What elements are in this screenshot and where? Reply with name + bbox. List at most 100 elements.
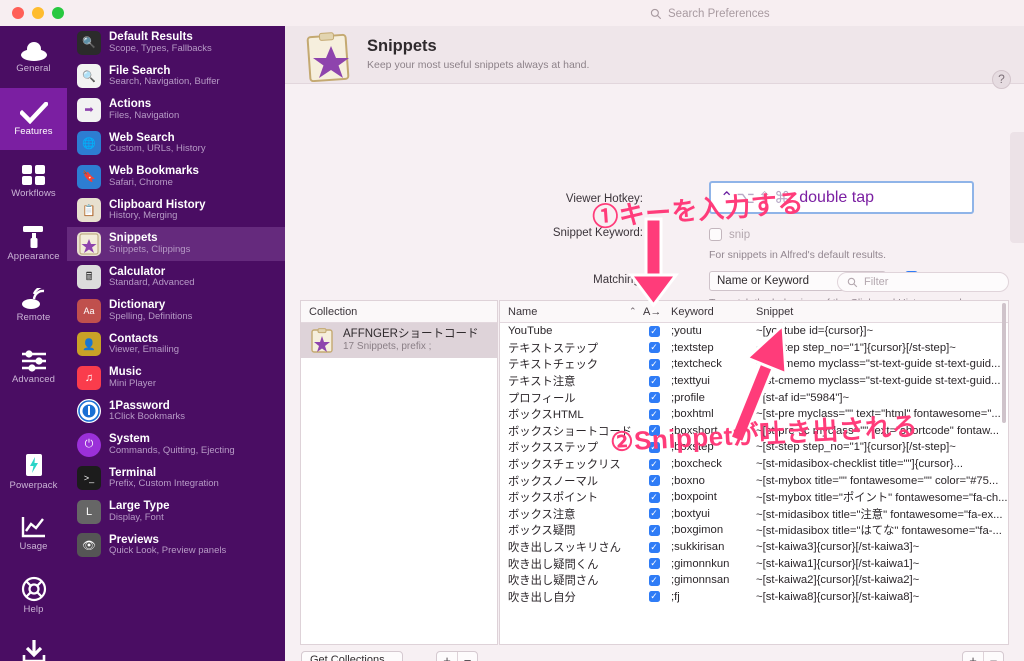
auto-expand-checkbox[interactable]: ✓ [648, 475, 660, 487]
sidebar-item-usage[interactable]: Usage [0, 502, 67, 564]
feature-item-default-results[interactable]: 🔍 Default Results Scope, Types, Fallbacks [67, 26, 285, 60]
sidebar-item-update[interactable]: Update [0, 626, 67, 661]
remove-snippet-button[interactable]: − [983, 652, 1003, 661]
add-collection-button[interactable]: + [437, 652, 457, 661]
collection-row[interactable]: AFFNGERショートコード 17 Snippets, prefix ; [301, 323, 497, 358]
sidebar-item-advanced[interactable]: Advanced [0, 336, 67, 398]
cell-snippet: ~[st-kaiwa2]{cursor}[/st-kaiwa2]~ [756, 574, 920, 587]
cell-snippet: ~[st-midasibox title="はてな" fontawesome="… [756, 525, 1002, 538]
cell-auto-expand[interactable]: ✓ [637, 508, 671, 520]
table-row[interactable]: 吹き出しスッキリさん ✓ ;sukkirisan ~[st-kaiwa3]{curso… [500, 539, 1008, 556]
cell-auto-expand[interactable]: ✓ [637, 458, 671, 470]
table-row[interactable]: 吹き出し疑問くん ✓ ;gimonnkun ~[st-kaiwa1]{cursor}[… [500, 555, 1008, 572]
cell-snippet: ~[st-midasibox title="注意" fontawesome="f… [756, 508, 1003, 521]
table-row[interactable]: 吹き出し疑問さん ✓ ;gimonnsan ~[st-kaiwa2]{cursor}[… [500, 572, 1008, 589]
search-preferences-input[interactable]: Search Preferences [650, 4, 1015, 23]
auto-expand-checkbox[interactable]: ✓ [648, 524, 660, 536]
feature-item-actions[interactable]: ➡ Actions Files, Navigation [67, 93, 285, 127]
feature-title: Music [109, 366, 142, 379]
sidebar-item-general[interactable]: General [0, 26, 67, 88]
feature-item-terminal[interactable]: >_ Terminal Prefix, Custom Integration [67, 462, 285, 496]
table-row[interactable]: ボックス注意 ✓ ;boxtyui ~[st-midasibox title="注意"… [500, 506, 1008, 523]
cell-name: 吹き出し自分 [508, 591, 576, 604]
sidebar-item-appearance[interactable]: Appearance [0, 212, 67, 274]
auto-expand-checkbox[interactable]: ✓ [648, 392, 660, 404]
snippet-keyword-input[interactable]: snip [729, 229, 750, 241]
feature-item-previews[interactable]: 👁 Previews Quick Look, Preview panels [67, 529, 285, 563]
magnifier-dark-icon: 🔍 [77, 30, 101, 55]
cell-auto-expand[interactable]: ✓ [637, 358, 671, 370]
search-icon [847, 277, 858, 287]
add-snippet-button[interactable]: + [963, 652, 983, 661]
feature-item-music[interactable]: ♫ Music Mini Player [67, 361, 285, 395]
cell-auto-expand[interactable]: ✓ [637, 574, 671, 586]
cell-name: ボックスノーマル [508, 475, 599, 488]
sidebar-item-powerpack[interactable]: Powerpack [0, 440, 67, 502]
cell-auto-expand[interactable]: ✓ [637, 524, 671, 536]
collection-panel: Collection AFFNGERショートコード 17 Snippets, p… [300, 300, 498, 645]
auto-expand-checkbox[interactable]: ✓ [648, 325, 660, 337]
cell-auto-expand[interactable]: ✓ [637, 342, 671, 354]
feature-item-dictionary[interactable]: Aa Dictionary Spelling, Definitions [67, 294, 285, 328]
actions-icon: ➡ [77, 97, 101, 122]
cell-name: テキストチェック [508, 359, 599, 372]
feature-item-system[interactable]: ⏻ System Commands, Quitting, Ejecting [67, 428, 285, 462]
collection-add-remove-group: + − [436, 651, 478, 661]
cell-auto-expand[interactable]: ✓ [637, 558, 671, 570]
grid-icon [21, 164, 45, 185]
feature-item-1password[interactable]: 1Password 1Click Bookmarks [67, 395, 285, 429]
cell-auto-expand[interactable]: ✓ [637, 375, 671, 387]
collection-name: AFFNGERショートコード [343, 328, 479, 341]
feature-item-file-search[interactable]: 🔍 File Search Search, Navigation, Buffer [67, 60, 285, 94]
lifering-icon [21, 576, 46, 601]
cell-auto-expand[interactable]: ✓ [637, 541, 671, 553]
sidebar-item-help[interactable]: Help [0, 564, 67, 626]
feature-item-contacts[interactable]: 👤 Contacts Viewer, Emailing [67, 328, 285, 362]
feature-item-clipboard-history[interactable]: 📋 Clipboard History History, Merging [67, 194, 285, 228]
table-row[interactable]: ボックス疑問 ✓ ;boxgimon ~[st-midasibox title="はて… [500, 522, 1008, 539]
table-row[interactable]: 吹き出し自分 ✓ ;fj ~[st-kaiwa8]{cursor}[/st-kaiwa… [500, 589, 1008, 606]
feature-item-snippets[interactable]: Snippets Snippets, Clippings [67, 227, 285, 261]
sidebar-item-remote[interactable]: Remote [0, 274, 67, 336]
table-row[interactable]: ボックスノーマル ✓ ;boxno ~[st-mybox title="" fonta… [500, 472, 1008, 489]
auto-expand-checkbox[interactable]: ✓ [648, 342, 660, 354]
cell-keyword: ;fj [671, 590, 680, 603]
remove-collection-button[interactable]: − [457, 652, 477, 661]
cell-keyword: ;boxpoint [671, 491, 717, 504]
table-row[interactable]: ボックスポイント ✓ ;boxpoint ~[st-mybox title="ポイント… [500, 489, 1008, 506]
sidebar-item-workflows[interactable]: Workflows [0, 150, 67, 212]
auto-expand-checkbox[interactable]: ✓ [648, 558, 660, 570]
cell-snippet: ~[st-kaiwa3]{cursor}[/st-kaiwa3]~ [756, 541, 920, 554]
snippet-keyword-row[interactable]: snip [709, 225, 884, 244]
search-icon [650, 8, 662, 19]
feature-item-calculator[interactable]: 🖩 Calculator Standard, Advanced [67, 261, 285, 295]
alfred-preferences-window: Search Preferences General Features Work… [0, 0, 1024, 661]
auto-expand-checkbox[interactable]: ✓ [648, 358, 660, 370]
auto-expand-checkbox[interactable]: ✓ [648, 541, 660, 553]
auto-expand-checkbox[interactable]: ✓ [648, 574, 660, 586]
auto-expand-checkbox[interactable]: ✓ [648, 375, 660, 387]
get-collections-button[interactable]: Get Collections... [301, 651, 403, 661]
auto-expand-checkbox[interactable]: ✓ [648, 491, 660, 503]
auto-expand-checkbox[interactable]: ✓ [648, 458, 660, 470]
table-row[interactable]: ボックスチェックリス ✓ ;boxcheck ~[st-midasibox-check… [500, 456, 1008, 473]
feature-title: Snippets [109, 232, 158, 245]
vertical-scrollbar[interactable] [1002, 303, 1006, 423]
feature-item-large-type[interactable]: L Large Type Display, Font [67, 495, 285, 529]
feature-item-web-bookmarks[interactable]: 🔖 Web Bookmarks Safari, Chrome [67, 160, 285, 194]
cell-auto-expand[interactable]: ✓ [637, 491, 671, 503]
sidebar-label-powerpack: Powerpack [9, 479, 58, 491]
filter-input[interactable]: Filter [837, 272, 1009, 292]
cell-auto-expand[interactable]: ✓ [637, 325, 671, 337]
minimize-window-button[interactable] [32, 7, 44, 19]
cell-auto-expand[interactable]: ✓ [637, 591, 671, 603]
cell-auto-expand[interactable]: ✓ [637, 475, 671, 487]
auto-expand-checkbox[interactable]: ✓ [648, 508, 660, 520]
sidebar-item-features[interactable]: Features [0, 88, 67, 150]
close-window-button[interactable] [12, 7, 24, 19]
auto-expand-checkbox[interactable]: ✓ [648, 408, 660, 420]
cell-auto-expand[interactable]: ✓ [637, 392, 671, 404]
auto-expand-checkbox[interactable]: ✓ [648, 591, 660, 603]
feature-item-web-search[interactable]: 🌐 Web Search Custom, URLs, History [67, 127, 285, 161]
maximize-window-button[interactable] [52, 7, 64, 19]
